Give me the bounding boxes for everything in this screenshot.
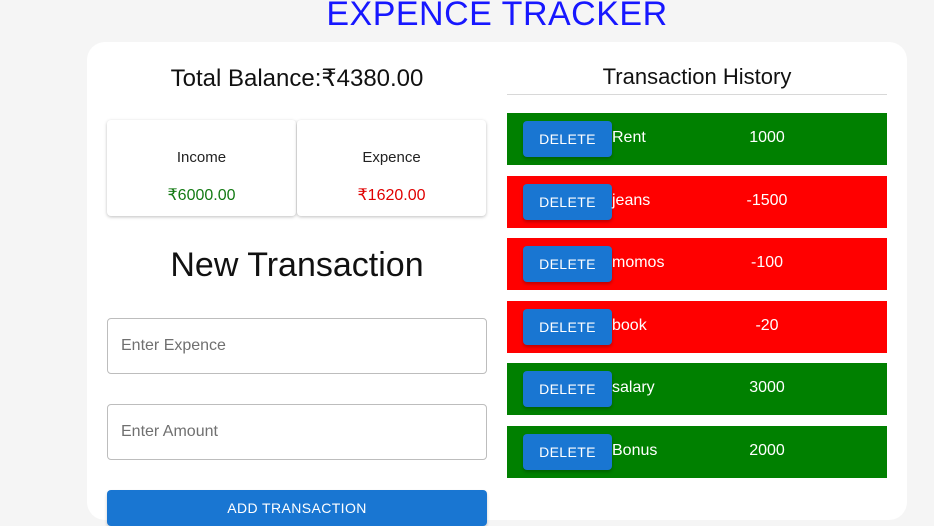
app-title: EXPENCE TRACKER bbox=[326, 0, 668, 33]
transaction-history-title: Transaction History bbox=[602, 64, 792, 89]
transaction-row: DELETE book -20 bbox=[507, 300, 887, 353]
total-balance: Total Balance:₹4380.00 bbox=[170, 65, 424, 92]
transaction-row: DELETE Bonus 2000 bbox=[507, 425, 887, 478]
transaction-amount: -100 bbox=[750, 254, 784, 272]
transaction-row: DELETE momos -100 bbox=[507, 238, 887, 291]
income-box: Income ₹6000.00 bbox=[107, 120, 296, 216]
delete-button[interactable]: DELETE bbox=[523, 433, 612, 470]
delete-button[interactable]: DELETE bbox=[523, 246, 612, 283]
new-transaction-title: New Transaction bbox=[170, 246, 424, 284]
expence-value: ₹1620.00 bbox=[357, 187, 426, 204]
add-transaction-button[interactable]: ADD TRANSACTION bbox=[107, 490, 487, 526]
income-value: ₹6000.00 bbox=[167, 187, 236, 204]
delete-button[interactable]: DELETE bbox=[523, 121, 612, 157]
transaction-row: DELETE salary 3000 bbox=[507, 363, 887, 416]
history-divider bbox=[507, 94, 887, 95]
transaction-amount: -1500 bbox=[746, 191, 788, 209]
transaction-name: book bbox=[612, 316, 647, 334]
transaction-list: DELETE Rent 1000 DELETE jeans -1500 DELE… bbox=[507, 113, 887, 489]
transaction-name: jeans bbox=[612, 191, 651, 209]
delete-button[interactable]: DELETE bbox=[523, 183, 612, 220]
transaction-amount: 1000 bbox=[749, 129, 785, 146]
transaction-name: salary bbox=[612, 379, 655, 397]
transaction-row: DELETE Rent 1000 bbox=[507, 113, 887, 165]
transaction-name: momos bbox=[612, 254, 665, 272]
transaction-amount: 2000 bbox=[749, 441, 785, 459]
transaction-amount: -20 bbox=[755, 316, 779, 334]
transaction-name: Bonus bbox=[612, 441, 658, 459]
transaction-amount: 3000 bbox=[749, 379, 785, 397]
transaction-name: Rent bbox=[612, 129, 646, 146]
delete-button[interactable]: DELETE bbox=[523, 308, 612, 345]
income-label: Income bbox=[176, 149, 227, 166]
expence-label: Expence bbox=[362, 149, 421, 166]
expence-input[interactable] bbox=[107, 318, 487, 374]
amount-input[interactable] bbox=[107, 404, 487, 460]
transaction-row: DELETE jeans -1500 bbox=[507, 175, 887, 228]
expence-box: Expence ₹1620.00 bbox=[297, 120, 486, 216]
delete-button[interactable]: DELETE bbox=[523, 371, 612, 408]
